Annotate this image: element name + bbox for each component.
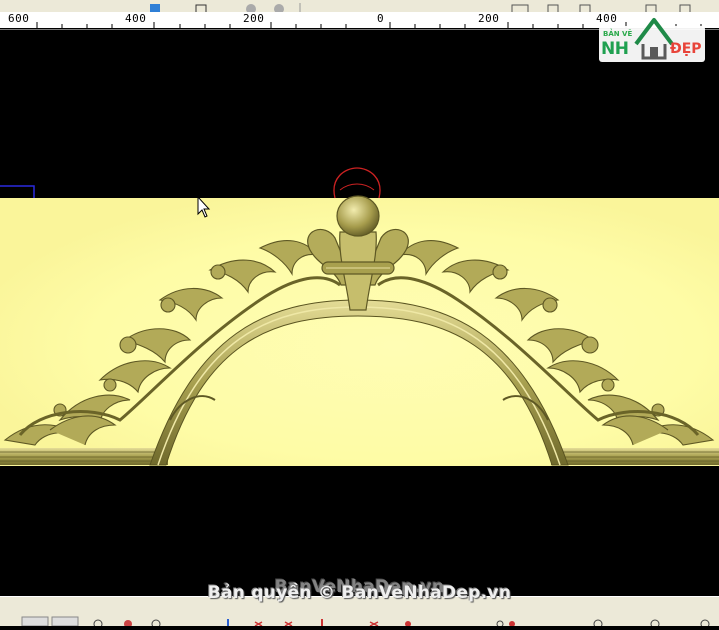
copyright-watermark: BanVeNhaDep.vn Bản quyền © BanVeNhaDep.v… [0, 577, 719, 607]
ruler-label: 0 [377, 12, 385, 25]
tool-icon-2 [124, 620, 132, 628]
ruler-label: 400 [125, 12, 147, 25]
base-molding-right [551, 448, 719, 465]
tool-icon-1 [93, 619, 103, 629]
tool-icon-3 [151, 619, 161, 629]
watermark-text: Bản quyền © BanVeNhaDep.vn [207, 583, 512, 603]
logo-text-dep: ĐẸP [670, 41, 702, 57]
ruler-label: 600 [8, 12, 30, 25]
ruler-label: 200 [243, 12, 265, 25]
base-molding-left [0, 448, 168, 465]
selection-outline-blue [0, 185, 35, 198]
selection-inner-red [339, 183, 375, 191]
selection-outline-red [333, 167, 381, 199]
finial-ball [336, 195, 380, 237]
ruler-label: 200 [478, 12, 500, 25]
logo-text-nha: NH [601, 39, 629, 59]
relief-model [0, 167, 719, 466]
viewport-canvas[interactable] [0, 30, 719, 596]
logo-text-ban-ve: BẢN VẼ [603, 30, 633, 38]
brand-logo: BẢN VẼ NH ĐẸP [598, 14, 708, 64]
